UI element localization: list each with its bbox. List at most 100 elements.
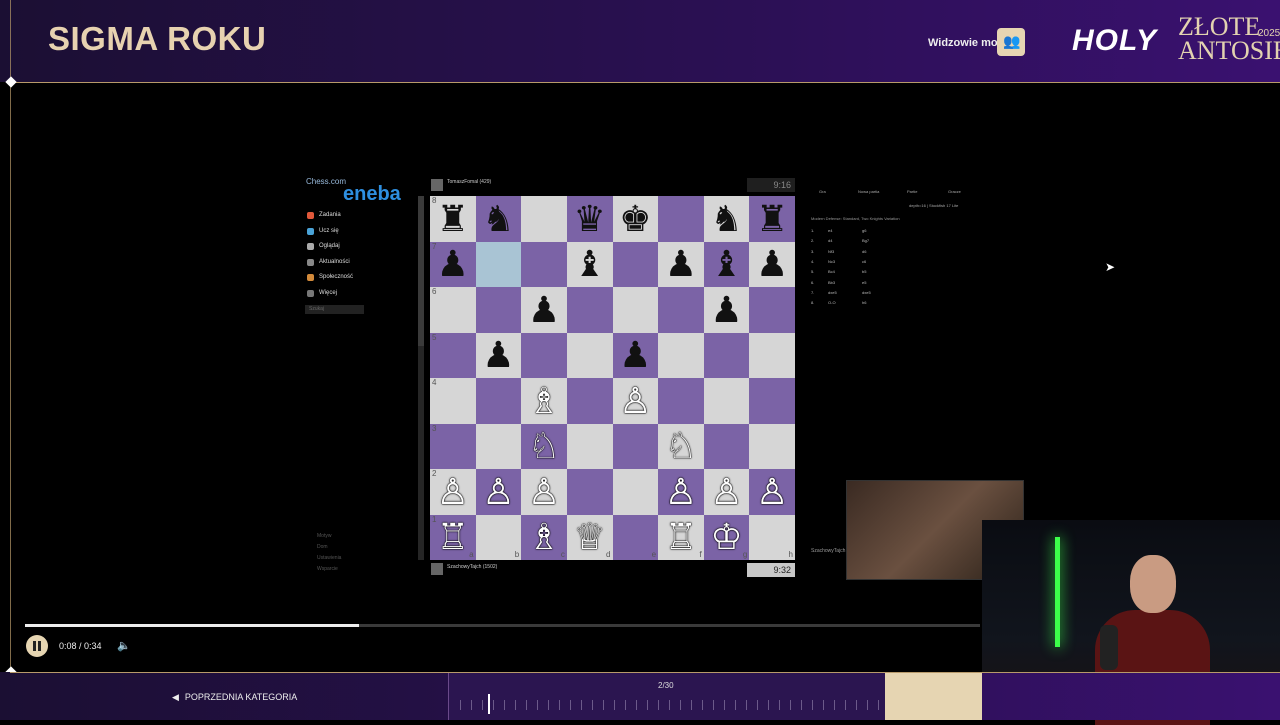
- white-piece[interactable]: ♔: [710, 519, 742, 555]
- top-player-name[interactable]: TomaszFomal (429): [447, 176, 491, 188]
- board-square[interactable]: ♛: [566, 196, 613, 242]
- board-square[interactable]: [658, 196, 704, 242]
- board-square[interactable]: ♖ f: [658, 514, 704, 560]
- board-square[interactable]: [703, 423, 750, 469]
- board-square[interactable]: ♗: [521, 378, 567, 424]
- nav-item-news[interactable]: Aktualności: [319, 259, 350, 265]
- white-piece[interactable]: ♗: [528, 519, 560, 555]
- chess-board[interactable]: ♜ 8 ♞ ♛ ♚ ♞ ♜ ♟ 7 ♝ ♟ ♝ ♟ 6 ♟ ♟ 5 ♟ ♟ 4 ♗ ♙ 3 ♘ ♘ ♙ 2 ♙ ♙ ♙ ♙ ♙ ♖ 1 a b ♗ c ♕ d…: [430, 196, 795, 560]
- move-white[interactable]: Bc4: [828, 269, 835, 274]
- white-piece[interactable]: ♘: [528, 428, 560, 464]
- board-square[interactable]: [658, 332, 704, 378]
- move-black[interactable]: c6: [862, 259, 866, 264]
- scrollbar-thumb[interactable]: [418, 196, 424, 346]
- black-piece[interactable]: ♞: [710, 200, 742, 237]
- board-square[interactable]: ♞: [703, 196, 750, 242]
- white-piece[interactable]: ♖: [437, 519, 469, 555]
- black-piece[interactable]: ♝: [574, 246, 606, 282]
- board-square[interactable]: [749, 423, 795, 469]
- nav-item-puzzles[interactable]: Zadania: [319, 212, 341, 218]
- search-input[interactable]: Szukaj: [305, 305, 364, 314]
- board-square[interactable]: ♟: [612, 332, 659, 378]
- board-square[interactable]: [658, 378, 704, 424]
- progress-fill[interactable]: [25, 624, 360, 627]
- board-square[interactable]: [749, 332, 795, 378]
- board-square[interactable]: ♙: [612, 378, 659, 424]
- nav-item-watch[interactable]: Oglądaj: [319, 243, 340, 249]
- board-square[interactable]: [521, 332, 567, 378]
- nav-item-more[interactable]: Więcej: [319, 290, 337, 296]
- board-square[interactable]: 6: [430, 287, 476, 333]
- board-square[interactable]: [566, 378, 613, 424]
- move-black[interactable]: e5: [862, 280, 866, 285]
- board-square[interactable]: [521, 196, 567, 242]
- board-square[interactable]: [475, 423, 522, 469]
- white-piece[interactable]: ♙: [756, 473, 788, 510]
- footer-item[interactable]: Ustawienia: [317, 555, 341, 561]
- move-white[interactable]: Nf3: [828, 249, 834, 254]
- move-black[interactable]: b5: [862, 269, 866, 274]
- prev-category-button[interactable]: ◀ POPRZEDNIA KATEGORIA: [172, 692, 297, 703]
- board-square[interactable]: [612, 287, 659, 333]
- move-white[interactable]: Nc3: [828, 259, 835, 264]
- board-square[interactable]: 5: [430, 332, 476, 378]
- board-square[interactable]: 4: [430, 378, 476, 424]
- white-piece[interactable]: ♙: [437, 473, 469, 510]
- bottom-player-name[interactable]: SzachowyTajch (1502): [447, 561, 497, 573]
- board-square[interactable]: [658, 287, 704, 333]
- tab-players[interactable]: Gracze: [948, 189, 961, 194]
- board-square[interactable]: [566, 287, 613, 333]
- move-white[interactable]: O-O: [828, 300, 836, 305]
- move-white[interactable]: e4: [828, 228, 832, 233]
- white-piece[interactable]: ♙: [619, 382, 651, 419]
- board-square[interactable]: ♘: [658, 423, 704, 469]
- move-white[interactable]: Bb3: [828, 280, 835, 285]
- white-piece[interactable]: ♙: [710, 473, 742, 510]
- board-square[interactable]: 3: [430, 423, 476, 469]
- footer-item[interactable]: Motyw: [317, 533, 331, 539]
- white-piece[interactable]: ♙: [665, 473, 697, 510]
- tab-new-game[interactable]: Nowa partia: [858, 189, 879, 194]
- board-square[interactable]: [566, 332, 613, 378]
- board-square[interactable]: ♟: [475, 332, 522, 378]
- board-square[interactable]: ♕ d: [566, 514, 613, 560]
- black-piece[interactable]: ♟: [482, 337, 514, 373]
- board-square[interactable]: ♙: [475, 469, 522, 515]
- viewers-button[interactable]: 👥: [997, 28, 1025, 56]
- board-square[interactable]: ♜ 8: [430, 196, 476, 242]
- white-piece[interactable]: ♕: [574, 519, 606, 555]
- board-square[interactable]: ♟: [703, 287, 750, 333]
- board-square[interactable]: ♙: [749, 469, 795, 515]
- board-square[interactable]: [703, 378, 750, 424]
- board-square[interactable]: ♗ c: [521, 514, 567, 560]
- move-white[interactable]: d4: [828, 238, 832, 243]
- board-square[interactable]: ♟ 7: [430, 241, 476, 287]
- board-square[interactable]: ♙: [521, 469, 567, 515]
- board-square[interactable]: ♜: [749, 196, 795, 242]
- white-piece[interactable]: ♘: [665, 428, 697, 464]
- nav-item-learn[interactable]: Ucz się: [319, 228, 339, 234]
- board-square[interactable]: ♘: [521, 423, 567, 469]
- black-piece[interactable]: ♜: [437, 200, 469, 237]
- move-black[interactable]: dxe5: [862, 290, 871, 295]
- board-square[interactable]: [475, 378, 522, 424]
- board-square[interactable]: [749, 378, 795, 424]
- board-square[interactable]: [703, 332, 750, 378]
- footer-item[interactable]: Dom: [317, 544, 328, 550]
- board-square[interactable]: [612, 423, 659, 469]
- board-square[interactable]: [521, 241, 567, 287]
- black-piece[interactable]: ♟: [756, 246, 788, 282]
- black-piece[interactable]: ♛: [574, 200, 606, 237]
- board-square[interactable]: ♖ 1 a: [430, 514, 476, 560]
- board-square[interactable]: h: [749, 514, 795, 560]
- board-square[interactable]: ♟: [521, 287, 567, 333]
- board-square[interactable]: [566, 469, 613, 515]
- black-piece[interactable]: ♟: [619, 337, 651, 373]
- white-piece[interactable]: ♙: [482, 473, 514, 510]
- nav-item-community[interactable]: Społeczność: [319, 274, 353, 280]
- black-piece[interactable]: ♝: [710, 246, 742, 282]
- black-piece[interactable]: ♚: [619, 200, 651, 237]
- board-square[interactable]: [566, 423, 613, 469]
- black-piece[interactable]: ♟: [710, 291, 742, 328]
- board-square[interactable]: [475, 287, 522, 333]
